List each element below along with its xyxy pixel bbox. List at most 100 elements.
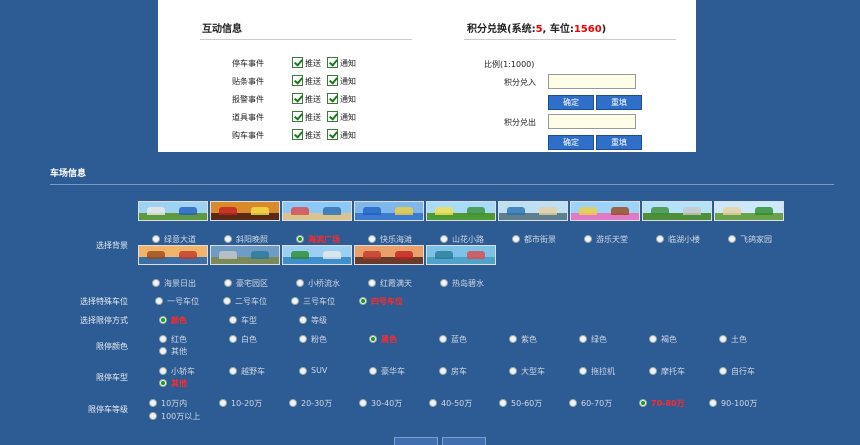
radio-button[interactable] [159, 335, 167, 343]
push-checkbox[interactable] [292, 57, 303, 68]
exchange-in-confirm-button[interactable]: 确定 [548, 95, 594, 110]
radio-button[interactable] [224, 279, 232, 287]
thumbnail-building [219, 207, 237, 215]
exchange-out-input[interactable] [548, 114, 636, 129]
radio-button[interactable] [719, 335, 727, 343]
background-thumbnail[interactable] [210, 201, 280, 221]
exchange-out-reset-button[interactable]: 重填 [596, 135, 642, 150]
radio-button[interactable] [728, 235, 736, 243]
submit-button[interactable] [394, 437, 438, 445]
notify-checkbox[interactable] [327, 129, 338, 140]
radio-button[interactable] [439, 367, 447, 375]
background-thumbnail[interactable] [642, 201, 712, 221]
background-thumbnail[interactable] [210, 245, 280, 265]
radio-button[interactable] [512, 235, 520, 243]
push-checkbox[interactable] [292, 93, 303, 104]
radio-button[interactable] [229, 316, 237, 324]
radio-button[interactable] [289, 399, 297, 407]
radio-label: 白色 [241, 335, 257, 344]
background-thumbnail[interactable] [138, 201, 208, 221]
radio-button[interactable] [296, 235, 304, 243]
radio-button[interactable] [440, 235, 448, 243]
radio-label: 黑色 [381, 335, 397, 344]
background-thumbnail[interactable] [498, 201, 568, 221]
radio-button[interactable] [149, 399, 157, 407]
background-thumbnail[interactable] [138, 245, 208, 265]
radio-button[interactable] [649, 335, 657, 343]
background-thumbnail[interactable] [354, 245, 424, 265]
radio-button[interactable] [152, 279, 160, 287]
exchange-out-confirm-button[interactable]: 确定 [548, 135, 594, 150]
background-thumbnail[interactable] [354, 201, 424, 221]
event-row: 购车事件 推送 通知 [158, 129, 418, 143]
thumbnail-building [147, 251, 165, 259]
exchange-in-label: 积分兑入 [504, 78, 536, 87]
background-thumbnail[interactable] [570, 201, 640, 221]
radio-button[interactable] [579, 335, 587, 343]
radio-button[interactable] [369, 335, 377, 343]
background-thumbnail[interactable] [282, 201, 352, 221]
radio-button[interactable] [159, 316, 167, 324]
radio-button[interactable] [429, 399, 437, 407]
radio-button[interactable] [155, 297, 163, 305]
radio-button[interactable] [499, 399, 507, 407]
exchange-in-reset-button[interactable]: 重填 [596, 95, 642, 110]
notify-checkbox[interactable] [327, 93, 338, 104]
radio-label: 100万以上 [161, 412, 201, 421]
radio-button[interactable] [224, 235, 232, 243]
radio-button[interactable] [709, 399, 717, 407]
background-thumbnail[interactable] [426, 245, 496, 265]
radio-button[interactable] [579, 367, 587, 375]
radio-button[interactable] [440, 279, 448, 287]
radio-button[interactable] [359, 297, 367, 305]
radio-button[interactable] [369, 367, 377, 375]
background-thumbnail[interactable] [282, 245, 352, 265]
event-row: 贴条事件 推送 通知 [158, 75, 418, 89]
radio-button[interactable] [229, 367, 237, 375]
radio-button[interactable] [584, 235, 592, 243]
notify-checkbox[interactable] [327, 57, 338, 68]
radio-button[interactable] [159, 367, 167, 375]
thumbnail-building [435, 207, 453, 215]
notify-checkbox[interactable] [327, 75, 338, 86]
push-checkbox[interactable] [292, 129, 303, 140]
radio-button[interactable] [439, 335, 447, 343]
radio-button[interactable] [152, 235, 160, 243]
radio-button[interactable] [229, 335, 237, 343]
radio-label: 四号车位 [371, 297, 403, 306]
radio-button[interactable] [299, 335, 307, 343]
radio-button[interactable] [299, 316, 307, 324]
radio-label: 豪华车 [381, 367, 405, 376]
exchange-in-input[interactable] [548, 74, 636, 89]
radio-button[interactable] [639, 399, 647, 407]
push-checkbox[interactable] [292, 111, 303, 122]
push-checkbox[interactable] [292, 75, 303, 86]
radio-button[interactable] [509, 367, 517, 375]
event-row: 道具事件 推送 通知 [158, 111, 418, 125]
radio-button[interactable] [656, 235, 664, 243]
radio-button[interactable] [299, 367, 307, 375]
radio-button[interactable] [649, 367, 657, 375]
notify-checkbox[interactable] [327, 111, 338, 122]
notify-label: 通知 [340, 77, 356, 86]
radio-button[interactable] [569, 399, 577, 407]
radio-button[interactable] [719, 367, 727, 375]
radio-button[interactable] [219, 399, 227, 407]
cancel-button[interactable] [442, 437, 486, 445]
radio-button[interactable] [359, 399, 367, 407]
radio-button[interactable] [159, 379, 167, 387]
settings-panel: 互动信息 积分兑换(系统:5, 车位:1560) 停车事件 推送 通知 贴条事件 推送通… [158, 0, 696, 152]
radio-button[interactable] [159, 347, 167, 355]
radio-button[interactable] [291, 297, 299, 305]
radio-button[interactable] [296, 279, 304, 287]
radio-button[interactable] [368, 235, 376, 243]
radio-label: 摩托车 [661, 367, 685, 376]
radio-label: 小轿车 [171, 367, 195, 376]
background-thumbnail[interactable] [426, 201, 496, 221]
radio-button[interactable] [509, 335, 517, 343]
radio-button[interactable] [368, 279, 376, 287]
radio-button[interactable] [223, 297, 231, 305]
push-label: 推送 [305, 95, 321, 104]
background-thumbnail[interactable] [714, 201, 784, 221]
radio-button[interactable] [149, 412, 157, 420]
